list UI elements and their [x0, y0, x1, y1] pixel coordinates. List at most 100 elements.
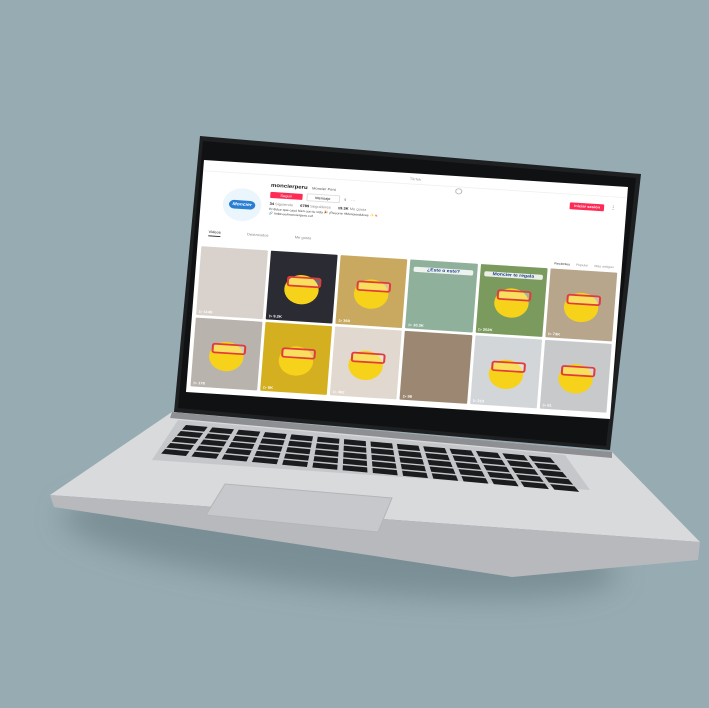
keyboard-key [343, 439, 367, 447]
view-count: ▷ 98 [403, 393, 413, 399]
view-count: ▷ 9.2K [269, 313, 283, 319]
keyboard-key [479, 457, 506, 466]
keyboard-key [399, 457, 424, 465]
video-thumbnail[interactable]: ▷ 462 [330, 326, 403, 400]
mascot-glasses [281, 347, 317, 360]
view-count: ▷ 1145 [199, 309, 213, 315]
sort-recent[interactable]: Recientes [554, 262, 570, 266]
mascot-glasses [211, 342, 247, 356]
keyboard-key [487, 471, 515, 480]
profile-info: moncierperu Moncier Perú Seguir Mensaje … [269, 183, 473, 228]
keyboard-key [316, 436, 340, 444]
keyboard-key [208, 427, 234, 435]
tab-likes[interactable]: Me gusta [294, 235, 312, 243]
sort-popular[interactable]: Popular [576, 263, 588, 267]
video-thumbnail[interactable]: ▷ 73K [545, 268, 618, 342]
tab-videos[interactable]: Videos [208, 229, 222, 238]
photo-scene: TikTok Iniciar sesión ⋮ Moncier moncierp… [0, 0, 709, 708]
keyboard-key [204, 433, 231, 441]
keyboard-key [520, 481, 549, 490]
keyboard-key [342, 458, 368, 466]
keyboard-key [181, 425, 208, 432]
keyboard-key [534, 462, 562, 471]
follow-button[interactable]: Seguir [270, 191, 303, 200]
keyboard-key [371, 448, 395, 456]
view-count: ▷ 61 [542, 402, 552, 408]
message-button[interactable]: Mensaje [305, 193, 340, 204]
keyboard-key [458, 469, 485, 477]
video-thumbnail[interactable]: ▷ 98 [399, 330, 473, 404]
keyboard-key [232, 435, 258, 443]
video-thumbnail[interactable]: ▷ 5K [260, 321, 333, 395]
mascot-glasses [490, 360, 526, 374]
followers-count: 6789 [300, 203, 310, 209]
view-count: ▷ 5K [263, 384, 274, 390]
keyboard-key [251, 457, 279, 465]
keyboard-key [191, 451, 220, 459]
keyboard-key [254, 450, 281, 458]
video-caption: ¿Este o este? [413, 266, 474, 276]
keyboard-key [200, 439, 227, 447]
keyboard-key [550, 484, 580, 492]
keyboard-key [427, 459, 453, 468]
view-count: ▷ 73K [548, 331, 561, 337]
avatar[interactable]: Moncier [221, 187, 263, 223]
video-thumbnail[interactable]: Moncier te regala ▷ 202K [475, 263, 548, 337]
keyboard-key [396, 443, 421, 452]
keyboard-key [402, 470, 428, 479]
keyboard-key [343, 452, 367, 460]
avatar-logo: Moncier [229, 199, 256, 210]
keyboard-key [315, 443, 339, 451]
share-icon[interactable]: ⇪ [343, 197, 347, 202]
nickname: Moncier Perú [311, 185, 337, 192]
keyboard-key [287, 440, 312, 448]
more-vertical-icon[interactable]: ⋮ [610, 205, 617, 212]
username: moncierperu [270, 183, 308, 191]
keyboard-key [429, 466, 456, 475]
keyboard-key [312, 462, 338, 470]
video-thumbnail[interactable]: ▷ 61 [539, 339, 612, 413]
video-thumbnail[interactable]: ▷ 178 [190, 317, 263, 391]
keyboard-key [282, 459, 308, 468]
keyboard-key [235, 429, 261, 437]
keyboard-key [343, 445, 367, 453]
login-button[interactable]: Iniciar sesión [569, 202, 605, 212]
video-thumbnail[interactable]: ▷ 9.2K [265, 250, 338, 324]
mascot-glasses [356, 280, 392, 293]
keyboard-key [225, 448, 252, 456]
keyboard-key [228, 442, 255, 449]
keyboard-key [314, 449, 339, 457]
keyboard-key [221, 454, 249, 462]
video-thumbnail[interactable]: ¿Este o este? ▷ 10.3K [405, 259, 478, 333]
keyboard-key [398, 450, 422, 458]
site-title: TikTok [409, 176, 422, 182]
keyboard-key [502, 453, 528, 461]
keyboard-key [176, 431, 204, 438]
search-icon[interactable] [454, 188, 463, 195]
video-thumbnail[interactable]: ▷ 1145 [196, 246, 269, 320]
keyboard-key [166, 443, 195, 450]
keyboard-key [286, 447, 311, 455]
keyboard-key [195, 445, 223, 453]
keyboard-key [516, 474, 544, 483]
mascot-glasses [286, 275, 322, 289]
keyboard-key [342, 465, 368, 473]
keyboard-key [372, 467, 398, 476]
keyboard-key [370, 441, 394, 449]
keyboard-key [490, 478, 519, 487]
keyboard-key [260, 438, 285, 446]
keyboard-key [506, 460, 534, 468]
mascot-glasses [351, 351, 387, 365]
video-caption: Moncier te regala [483, 271, 543, 281]
profile-tabs: Videos Destacados Me gusta [208, 229, 311, 242]
following-label: Siguiendo [274, 201, 294, 208]
more-options-button[interactable]: ··· [351, 198, 355, 203]
keyboard-key [171, 437, 199, 444]
video-thumbnail[interactable]: ▷ 213 [469, 335, 542, 409]
tab-highlights[interactable]: Destacados [247, 232, 269, 240]
video-thumbnail[interactable]: ▷ 360 [335, 255, 408, 329]
view-count: ▷ 178 [193, 380, 205, 386]
keyboard-key [511, 467, 539, 475]
followers-label: Seguidores [310, 203, 331, 210]
sort-oldest[interactable]: Más antiguo [594, 264, 614, 269]
